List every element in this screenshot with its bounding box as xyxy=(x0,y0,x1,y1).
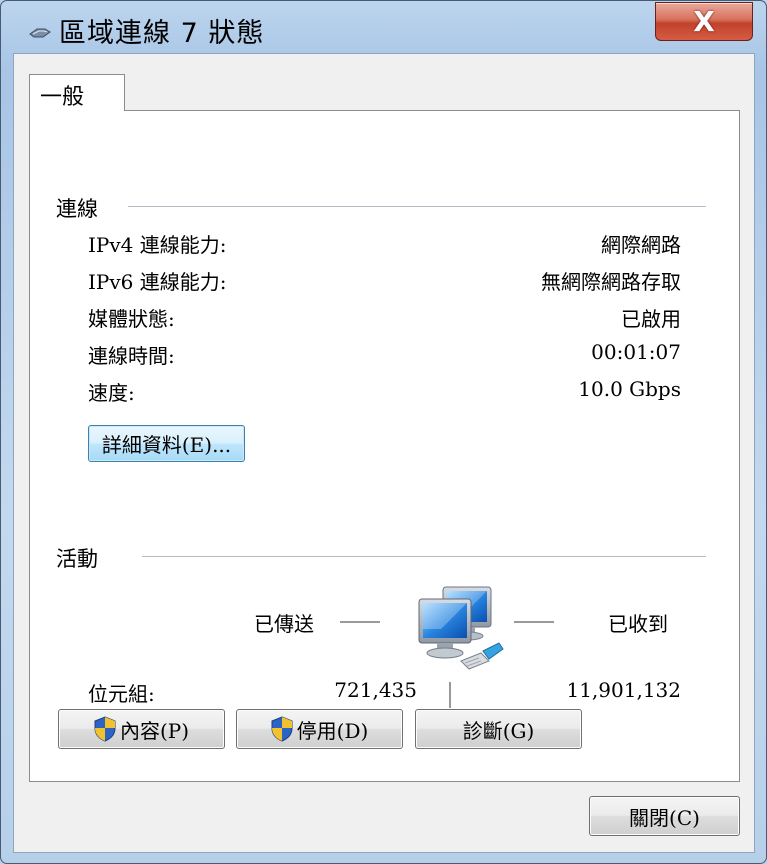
uac-shield-icon xyxy=(94,716,116,742)
activity-section-title: 活動 xyxy=(56,547,98,571)
duration-value: 00:01:07 xyxy=(591,340,681,364)
received-label: 已收到 xyxy=(608,612,668,636)
connection-divider xyxy=(128,206,706,208)
title-bar[interactable]: 區域連線 7 狀態 X xyxy=(1,1,766,53)
bytes-received-value: 11,901,132 xyxy=(566,678,681,702)
network-connection-icon xyxy=(29,28,51,38)
close-window-button[interactable]: X xyxy=(655,2,753,41)
media-state-label: 媒體狀態: xyxy=(88,307,175,331)
tab-general[interactable]: 一般 xyxy=(29,74,125,111)
status-dialog: 區域連線 7 狀態 X 一般 連線 IPv4 連線能力: 網際網路 IPv6 連… xyxy=(0,0,767,864)
connection-section-title: 連線 xyxy=(56,197,98,221)
details-button[interactable]: 詳細資料(E)... xyxy=(88,425,245,462)
disable-label: 停用(D) xyxy=(296,718,369,743)
diagnose-button[interactable]: 診斷(G) xyxy=(415,709,582,749)
speed-label: 速度: xyxy=(88,381,135,405)
activity-divider xyxy=(142,556,706,558)
duration-label: 連線時間: xyxy=(88,344,175,368)
media-state-value: 已啟用 xyxy=(621,307,681,331)
bytes-label: 位元組: xyxy=(88,682,155,706)
ipv4-value: 網際網路 xyxy=(601,233,681,257)
close-icon: X xyxy=(693,5,715,38)
sent-label: 已傳送 xyxy=(254,612,314,636)
ipv6-value: 無網際網路存取 xyxy=(541,270,681,294)
received-dash xyxy=(514,621,554,623)
bytes-sent-value: 721,435 xyxy=(334,678,417,702)
window-title: 區域連線 7 狀態 xyxy=(59,18,265,49)
activity-separator xyxy=(449,682,451,708)
disable-button[interactable]: 停用(D) xyxy=(236,709,403,749)
speed-value: 10.0 Gbps xyxy=(578,377,681,401)
properties-label: 內容(P) xyxy=(119,718,190,743)
sent-dash xyxy=(340,621,380,623)
ipv4-label: IPv4 連線能力: xyxy=(88,233,227,257)
ipv6-label: IPv6 連線能力: xyxy=(88,270,227,294)
uac-shield-icon xyxy=(271,716,293,742)
tab-label: 一般 xyxy=(40,85,85,110)
tab-panel-general: 連線 IPv4 連線能力: 網際網路 IPv6 連線能力: 無網際網路存取 媒體… xyxy=(29,110,740,782)
properties-button[interactable]: 內容(P) xyxy=(58,709,225,749)
close-button[interactable]: 關閉(C) xyxy=(589,796,740,836)
dialog-client-area: 一般 連線 IPv4 連線能力: 網際網路 IPv6 連線能力: 無網際網路存取… xyxy=(13,53,755,853)
network-computers-icon xyxy=(418,586,504,670)
